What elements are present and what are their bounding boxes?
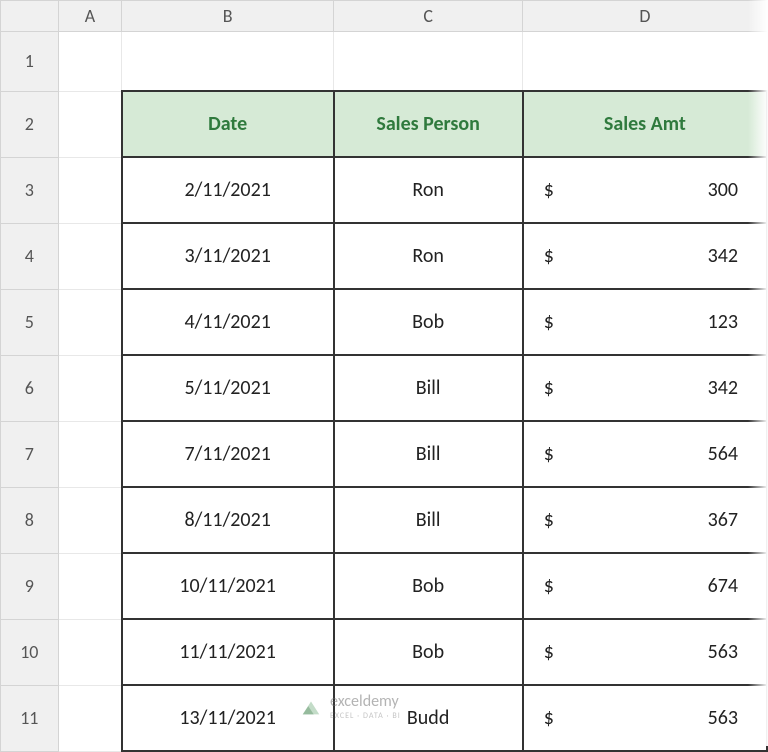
cell-A1[interactable] bbox=[58, 32, 122, 92]
cell-amount[interactable]: $563 bbox=[523, 619, 767, 685]
currency-symbol: $ bbox=[544, 178, 554, 202]
currency-symbol: $ bbox=[544, 310, 554, 334]
cell-amount[interactable]: $563 bbox=[523, 685, 767, 751]
cell-person[interactable]: Ron bbox=[334, 223, 523, 289]
header-date[interactable]: Date bbox=[122, 91, 334, 157]
cell-date[interactable]: 2/11/2021 bbox=[122, 157, 334, 223]
currency-symbol: $ bbox=[544, 442, 554, 466]
cell-amount[interactable]: $342 bbox=[523, 355, 767, 421]
cell-person[interactable]: Ron bbox=[334, 157, 523, 223]
cell-A8[interactable] bbox=[58, 487, 122, 553]
cell-amount[interactable]: $674 bbox=[523, 553, 767, 619]
amount-value: 674 bbox=[708, 574, 738, 598]
currency-symbol: $ bbox=[544, 640, 554, 664]
cell-B1[interactable] bbox=[122, 32, 334, 92]
amount-value: 342 bbox=[708, 376, 738, 400]
watermark-brand: exceldemy bbox=[330, 692, 399, 711]
amount-value: 563 bbox=[708, 706, 738, 730]
cell-A7[interactable] bbox=[58, 421, 122, 487]
header-person[interactable]: Sales Person bbox=[334, 91, 523, 157]
cell-date[interactable]: 7/11/2021 bbox=[122, 421, 334, 487]
cell-date[interactable]: 4/11/2021 bbox=[122, 289, 334, 355]
col-header-D[interactable]: D bbox=[523, 1, 767, 32]
watermark-logo-icon bbox=[300, 696, 322, 718]
header-amount[interactable]: Sales Amt bbox=[523, 91, 767, 157]
amount-value: 123 bbox=[708, 310, 738, 334]
cell-date[interactable]: 8/11/2021 bbox=[122, 487, 334, 553]
col-header-C[interactable]: C bbox=[334, 1, 523, 32]
cell-amount[interactable]: $564 bbox=[523, 421, 767, 487]
watermark-tagline: EXCEL · DATA · BI bbox=[330, 711, 401, 721]
amount-value: 367 bbox=[708, 508, 738, 532]
cell-A3[interactable] bbox=[58, 157, 122, 223]
amount-value: 564 bbox=[708, 442, 738, 466]
row-header-11[interactable]: 11 bbox=[1, 685, 59, 751]
cell-person[interactable]: Bob bbox=[334, 553, 523, 619]
row-header-1[interactable]: 1 bbox=[1, 32, 59, 92]
col-header-B[interactable]: B bbox=[122, 1, 334, 32]
cell-amount[interactable]: $300 bbox=[523, 157, 767, 223]
cell-date[interactable]: 5/11/2021 bbox=[122, 355, 334, 421]
col-header-A[interactable]: A bbox=[58, 1, 122, 32]
currency-symbol: $ bbox=[544, 376, 554, 400]
cell-amount[interactable]: $123 bbox=[523, 289, 767, 355]
cell-person[interactable]: Bill bbox=[334, 355, 523, 421]
cell-date[interactable]: 11/11/2021 bbox=[122, 619, 334, 685]
cell-amount[interactable]: $367 bbox=[523, 487, 767, 553]
cell-A6[interactable] bbox=[58, 355, 122, 421]
watermark: exceldemy EXCEL · DATA · BI bbox=[300, 692, 401, 721]
cell-date[interactable]: 10/11/2021 bbox=[122, 553, 334, 619]
spreadsheet-grid[interactable]: A B C D 1 2 Date Sales Person Sales Amt … bbox=[0, 0, 768, 752]
amount-value: 342 bbox=[708, 244, 738, 268]
row-header-9[interactable]: 9 bbox=[1, 553, 59, 619]
cell-C1[interactable] bbox=[334, 32, 523, 92]
row-header-10[interactable]: 10 bbox=[1, 619, 59, 685]
cell-person[interactable]: Bob bbox=[334, 289, 523, 355]
cell-A2[interactable] bbox=[58, 91, 122, 157]
row-header-5[interactable]: 5 bbox=[1, 289, 59, 355]
select-all-corner[interactable] bbox=[1, 1, 59, 32]
currency-symbol: $ bbox=[544, 706, 554, 730]
row-header-3[interactable]: 3 bbox=[1, 157, 59, 223]
cell-amount[interactable]: $342 bbox=[523, 223, 767, 289]
currency-symbol: $ bbox=[544, 244, 554, 268]
cell-person[interactable]: Bill bbox=[334, 487, 523, 553]
cell-A9[interactable] bbox=[58, 553, 122, 619]
cell-A4[interactable] bbox=[58, 223, 122, 289]
cell-A10[interactable] bbox=[58, 619, 122, 685]
row-header-6[interactable]: 6 bbox=[1, 355, 59, 421]
cell-D1[interactable] bbox=[523, 32, 767, 92]
row-header-8[interactable]: 8 bbox=[1, 487, 59, 553]
row-header-7[interactable]: 7 bbox=[1, 421, 59, 487]
cell-A11[interactable] bbox=[58, 685, 122, 751]
currency-symbol: $ bbox=[544, 574, 554, 598]
cell-person[interactable]: Bob bbox=[334, 619, 523, 685]
row-header-2[interactable]: 2 bbox=[1, 91, 59, 157]
cell-A5[interactable] bbox=[58, 289, 122, 355]
cell-person[interactable]: Bill bbox=[334, 421, 523, 487]
cell-date[interactable]: 3/11/2021 bbox=[122, 223, 334, 289]
row-header-4[interactable]: 4 bbox=[1, 223, 59, 289]
amount-value: 300 bbox=[708, 178, 738, 202]
currency-symbol: $ bbox=[544, 508, 554, 532]
amount-value: 563 bbox=[708, 640, 738, 664]
